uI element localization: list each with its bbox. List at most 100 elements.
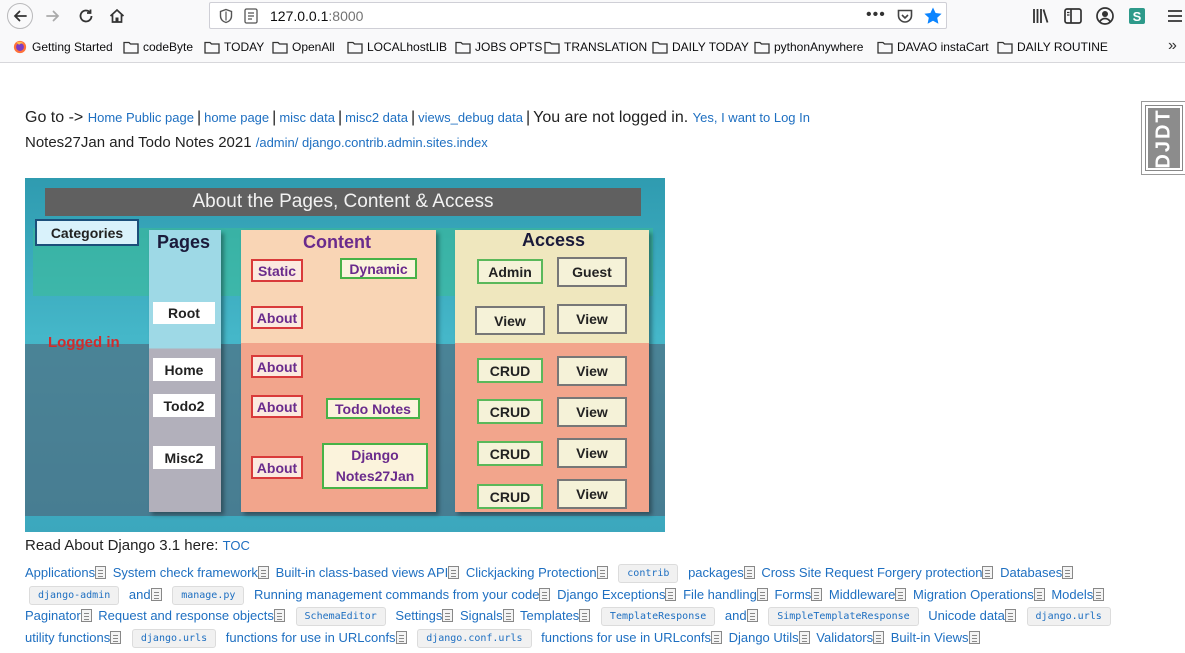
doc-link-text[interactable]: functions for use in URLconfs: [226, 630, 396, 645]
doc-link[interactable]: System check framework: [113, 565, 258, 580]
doc-link[interactable]: Templates: [520, 608, 579, 623]
doc-link-text[interactable]: packages: [688, 565, 744, 580]
doc-link-text[interactable]: utility functions: [25, 630, 110, 645]
django-docs-links: Applications System check framework Buil…: [25, 562, 1145, 653]
bookmark-folder-openall[interactable]: OpenAll: [272, 40, 335, 54]
reload-button[interactable]: [73, 3, 99, 29]
bookmark-folder-jobs-opts[interactable]: JOBS OPTS: [455, 40, 542, 54]
doc-link[interactable]: Django Exceptions: [557, 587, 665, 602]
document-icon: [746, 609, 758, 622]
access-guest-view: View: [557, 304, 627, 334]
doc-link[interactable]: Forms: [774, 587, 811, 602]
forward-button[interactable]: [40, 3, 66, 29]
url-host: 127.0.0.1: [270, 8, 329, 24]
library-icon[interactable]: [1031, 6, 1051, 26]
account-icon[interactable]: [1095, 6, 1115, 26]
doc-link[interactable]: Clickjacking Protection: [466, 565, 597, 580]
page-actions-button[interactable]: •••: [866, 6, 886, 24]
doc-code-link[interactable]: SimpleTemplateResponse: [768, 607, 919, 626]
content-dynamic: Dynamic: [340, 258, 417, 279]
doc-link[interactable]: Applications: [25, 565, 95, 580]
doc-link[interactable]: Built-in Views: [891, 630, 969, 645]
bookmark-folder-daily-today[interactable]: DAILY TODAY: [652, 40, 749, 54]
bookmark-folder-pythonanywhere[interactable]: pythonAnywhere: [754, 40, 863, 54]
url-bar[interactable]: 127.0.0.1:8000 •••: [209, 2, 947, 29]
bookmark-label: codeByte: [143, 40, 194, 54]
doc-code-link[interactable]: TemplateResponse: [600, 607, 716, 626]
content-about-misc2: About: [251, 456, 303, 479]
read-about-line: Read About Django 3.1 here: TOC: [25, 537, 250, 554]
back-button[interactable]: [7, 3, 33, 29]
home-button[interactable]: [104, 3, 130, 29]
doc-link[interactable]: Paginator: [25, 608, 81, 623]
doc-link[interactable]: Cross Site Request Forgery protection: [761, 565, 982, 580]
doc-link[interactable]: Migration Operations: [913, 587, 1034, 602]
bookmarks-overflow-button[interactable]: »: [1168, 37, 1177, 55]
page-misc2: Misc2: [153, 446, 215, 469]
doc-code-link[interactable]: django-admin: [29, 585, 120, 605]
django-debug-toolbar-handle[interactable]: DJDT: [1141, 101, 1185, 175]
content-heading: Content: [303, 232, 371, 252]
doc-code-link[interactable]: django.conf.urls: [417, 628, 532, 648]
document-icon: [1033, 587, 1045, 601]
doc-code-link[interactable]: django.urls: [131, 628, 217, 648]
folder-icon: [272, 41, 288, 54]
document-icon: [811, 587, 823, 601]
nav-link-views-debug[interactable]: views_debug data: [418, 110, 523, 125]
bookmark-folder-localhostlib[interactable]: LOCALhostLIB: [347, 40, 447, 54]
doc-link[interactable]: Settings: [395, 608, 442, 623]
doc-link[interactable]: Middleware: [829, 587, 895, 602]
bookmark-folder-davao-instacart[interactable]: DAVAO instaCart: [877, 40, 989, 54]
document-icon: [1062, 566, 1074, 579]
page-info-icon[interactable]: [244, 8, 258, 24]
bookmark-label: DAVAO instaCart: [897, 40, 989, 54]
doc-link[interactable]: Running management commands from your co…: [254, 587, 539, 602]
page-home: Home: [153, 358, 215, 381]
doc-link[interactable]: Django Utils: [729, 630, 799, 645]
bookmark-folder-today[interactable]: TODAY: [204, 40, 264, 54]
document-icon: [873, 630, 885, 644]
shield-icon[interactable]: [218, 8, 234, 24]
bookmark-getting-started[interactable]: Getting Started: [12, 40, 113, 54]
doc-link[interactable]: Built-in class-based views API: [276, 565, 449, 580]
login-link[interactable]: Yes, I want to Log In: [693, 110, 810, 125]
doc-link[interactable]: Unicode data: [928, 608, 1005, 623]
doc-code-link[interactable]: django.urls: [1026, 607, 1111, 626]
bookmark-folder-daily-routine[interactable]: DAILY ROUTINE: [997, 40, 1108, 54]
document-icon: [273, 609, 285, 622]
arrow-right-icon: [46, 10, 60, 22]
bookmark-folder-codebyte[interactable]: codeByte: [123, 40, 193, 54]
doc-link-text[interactable]: and: [725, 608, 747, 623]
doc-code-link[interactable]: contrib: [618, 564, 679, 583]
url-text[interactable]: 127.0.0.1:8000: [270, 8, 363, 24]
bookmark-star-icon[interactable]: [923, 6, 943, 26]
separator: |: [525, 109, 531, 126]
folder-icon: [455, 41, 471, 54]
doc-link[interactable]: Validators: [816, 630, 873, 645]
doc-link[interactable]: Request and response objects: [98, 608, 274, 623]
nav-link-misc2-data[interactable]: misc2 data: [345, 110, 408, 125]
doc-code-link[interactable]: manage.py: [172, 585, 245, 605]
nav-link-misc-data[interactable]: misc data: [279, 110, 335, 125]
doc-link-text[interactable]: functions for use in URLconfs: [541, 630, 711, 645]
folder-icon: [204, 41, 220, 54]
doc-link[interactable]: Databases: [1000, 565, 1062, 580]
nav-link-home-public[interactable]: Home Public page: [88, 110, 194, 125]
goto-prefix: Go to ->: [25, 109, 84, 126]
doc-link[interactable]: Models: [1051, 587, 1093, 602]
hamburger-menu-icon[interactable]: [1165, 6, 1185, 26]
doc-link[interactable]: File handling: [683, 587, 757, 602]
document-icon: [539, 587, 551, 601]
toc-link[interactable]: TOC: [223, 538, 250, 553]
doc-link[interactable]: Signals: [460, 608, 503, 623]
extension-s-icon[interactable]: S: [1127, 6, 1147, 26]
pocket-icon[interactable]: [896, 7, 914, 25]
doc-code-link[interactable]: SchemaEditor: [295, 607, 386, 626]
bookmark-folder-translation[interactable]: TRANSLATION: [544, 40, 647, 54]
folder-icon: [123, 41, 139, 54]
sidebar-icon[interactable]: [1063, 6, 1083, 26]
doc-link-text[interactable]: and: [129, 587, 151, 602]
admin-link[interactable]: /admin/ django.contrib.admin.sites.index: [256, 135, 488, 150]
page-content: Go to -> Home Public page | home page | misc…: [0, 63, 1185, 653]
nav-link-home-page[interactable]: home page: [204, 110, 269, 125]
